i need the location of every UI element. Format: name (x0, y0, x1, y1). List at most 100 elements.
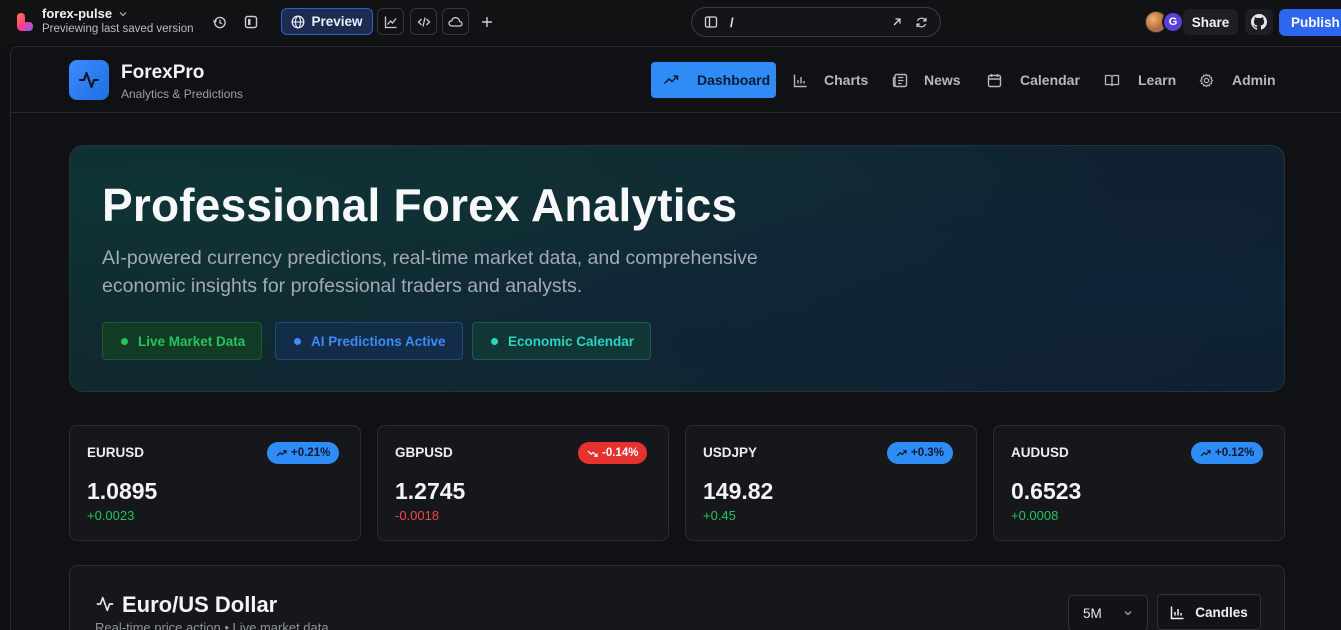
user-avatar[interactable]: G (1162, 11, 1184, 33)
status-dot (294, 337, 301, 345)
project-status: Previewing last saved version (42, 23, 194, 35)
chart-subtitle: Real-time price action • Live market dat… (95, 620, 329, 630)
nav-item-admin[interactable]: Admin (1187, 62, 1288, 98)
preview-frame: ForexPro Analytics & Predictions Dashboa… (10, 46, 1341, 630)
pair-symbol: USDJPY (703, 445, 758, 460)
nav-label: Dashboard (697, 72, 771, 88)
editor-toolbar: forex-pulse Previewing last saved versio… (0, 0, 1341, 44)
brand-logo[interactable] (69, 60, 109, 100)
refresh-icon[interactable] (915, 16, 928, 29)
percent-change: -0.14% (602, 447, 639, 459)
gear-icon (1199, 73, 1214, 87)
pair-change: +0.0023 (87, 508, 135, 523)
nav-label: Charts (824, 72, 869, 88)
cloud-icon (448, 16, 463, 27)
pair-card-audusd[interactable]: AUDUSD +0.12% 0.6523 +0.0008 (993, 425, 1285, 541)
nav-label: Admin (1232, 72, 1276, 88)
url-path[interactable]: / (730, 15, 879, 30)
nav-item-charts[interactable]: Charts (781, 62, 880, 98)
percent-change: +0.12% (1215, 447, 1255, 459)
nav-item-news[interactable]: News (880, 62, 973, 98)
pair-symbol: GBPUSD (395, 445, 453, 460)
timeframe-select[interactable]: 5M (1068, 595, 1148, 630)
change-badge: +0.3% (887, 442, 953, 464)
history-icon[interactable] (208, 11, 230, 33)
page-layout-icon[interactable] (704, 15, 718, 29)
bar-chart-icon (1170, 606, 1184, 619)
candles-toggle-button[interactable]: Candles (1157, 594, 1261, 630)
status-chip-ai-predictions: AI Predictions Active (275, 322, 463, 360)
nav-label: Learn (1138, 72, 1177, 88)
status-dot (121, 337, 128, 345)
hero-banner: Professional Forex Analytics AI-powered … (69, 145, 1285, 392)
activity-icon (79, 72, 99, 88)
percent-change: +0.3% (911, 447, 944, 459)
timeframe-value: 5M (1083, 605, 1102, 621)
trending-down-icon (587, 450, 598, 457)
pair-price: 149.82 (703, 478, 774, 504)
status-chip-live-market: Live Market Data (102, 322, 263, 360)
brand-tagline: Analytics & Predictions (121, 87, 244, 101)
publish-button[interactable]: Publish (1279, 9, 1341, 36)
pair-card-eurusd[interactable]: EURUSD +0.21% 1.0895 +0.0023 (69, 425, 361, 541)
price-chart-panel: Euro/US Dollar Real-time price action • … (69, 565, 1285, 630)
chevron-down-icon[interactable] (118, 9, 128, 19)
github-button[interactable] (1245, 9, 1273, 35)
pair-price: 1.2745 (395, 478, 466, 504)
change-badge: +0.21% (267, 442, 340, 464)
nav-item-calendar[interactable]: Calendar (975, 62, 1092, 98)
project-name[interactable]: forex-pulse (42, 6, 112, 21)
calendar-icon (987, 73, 1002, 87)
nav-item-learn[interactable]: Learn (1092, 62, 1188, 98)
cloud-button[interactable] (442, 8, 469, 35)
nav-label: News (924, 72, 961, 88)
pair-change: +0.45 (703, 508, 736, 523)
chevron-down-icon (1124, 611, 1132, 616)
sidebar-toggle-icon[interactable] (240, 11, 262, 33)
trending-up-icon (896, 449, 907, 456)
chip-label: Live Market Data (138, 333, 246, 349)
project-info[interactable]: forex-pulse Previewing last saved versio… (42, 6, 194, 35)
percent-change: +0.21% (291, 447, 331, 459)
globe-icon (292, 15, 305, 28)
brand-name: ForexPro (121, 62, 205, 83)
preview-button[interactable]: Preview (281, 8, 373, 35)
status-dot (491, 337, 498, 345)
open-external-icon[interactable] (891, 16, 903, 28)
add-icon[interactable] (476, 11, 498, 33)
code-icon (417, 16, 430, 27)
nav-item-dashboard[interactable]: Dashboard (651, 62, 776, 98)
trending-up-icon (276, 449, 287, 456)
chip-label: Economic Calendar (508, 333, 635, 349)
app-header: ForexPro Analytics & Predictions Dashboa… (11, 47, 1341, 113)
preview-label: Preview (311, 14, 363, 29)
url-bar[interactable]: / (691, 7, 941, 37)
trending-up-icon (1200, 449, 1211, 456)
nav-label: Calendar (1020, 72, 1080, 88)
chip-label: AI Predictions Active (311, 333, 446, 349)
activity-icon (96, 596, 114, 612)
status-chip-economic-calendar: Economic Calendar (472, 322, 652, 360)
change-badge: +0.12% (1191, 442, 1264, 464)
book-open-icon (1104, 74, 1120, 86)
pair-card-usdjpy[interactable]: USDJPY +0.3% 149.82 +0.45 (685, 425, 977, 541)
pair-change: -0.0018 (395, 508, 440, 523)
pair-price: 1.0895 (87, 478, 158, 504)
pair-price: 0.6523 (1011, 478, 1082, 504)
pair-symbol: AUDUSD (1011, 445, 1069, 460)
analytics-button[interactable] (377, 8, 404, 35)
share-button[interactable]: Share (1183, 9, 1238, 35)
pair-symbol: EURUSD (87, 445, 145, 460)
code-button[interactable] (410, 8, 437, 35)
pair-card-gbpusd[interactable]: GBPUSD -0.14% 1.2745 -0.0018 (377, 425, 669, 541)
hero-title: Professional Forex Analytics (102, 179, 738, 231)
github-icon (1251, 14, 1267, 30)
candles-label: Candles (1195, 604, 1248, 620)
pair-change: +0.0008 (1011, 508, 1059, 523)
project-logo-icon[interactable] (16, 12, 34, 32)
hero-description: AI-powered currency predictions, real-ti… (102, 247, 758, 297)
chart-title: Euro/US Dollar (122, 592, 278, 617)
line-chart-icon (384, 16, 397, 28)
bar-chart-icon (793, 74, 807, 87)
newspaper-icon (892, 73, 908, 87)
